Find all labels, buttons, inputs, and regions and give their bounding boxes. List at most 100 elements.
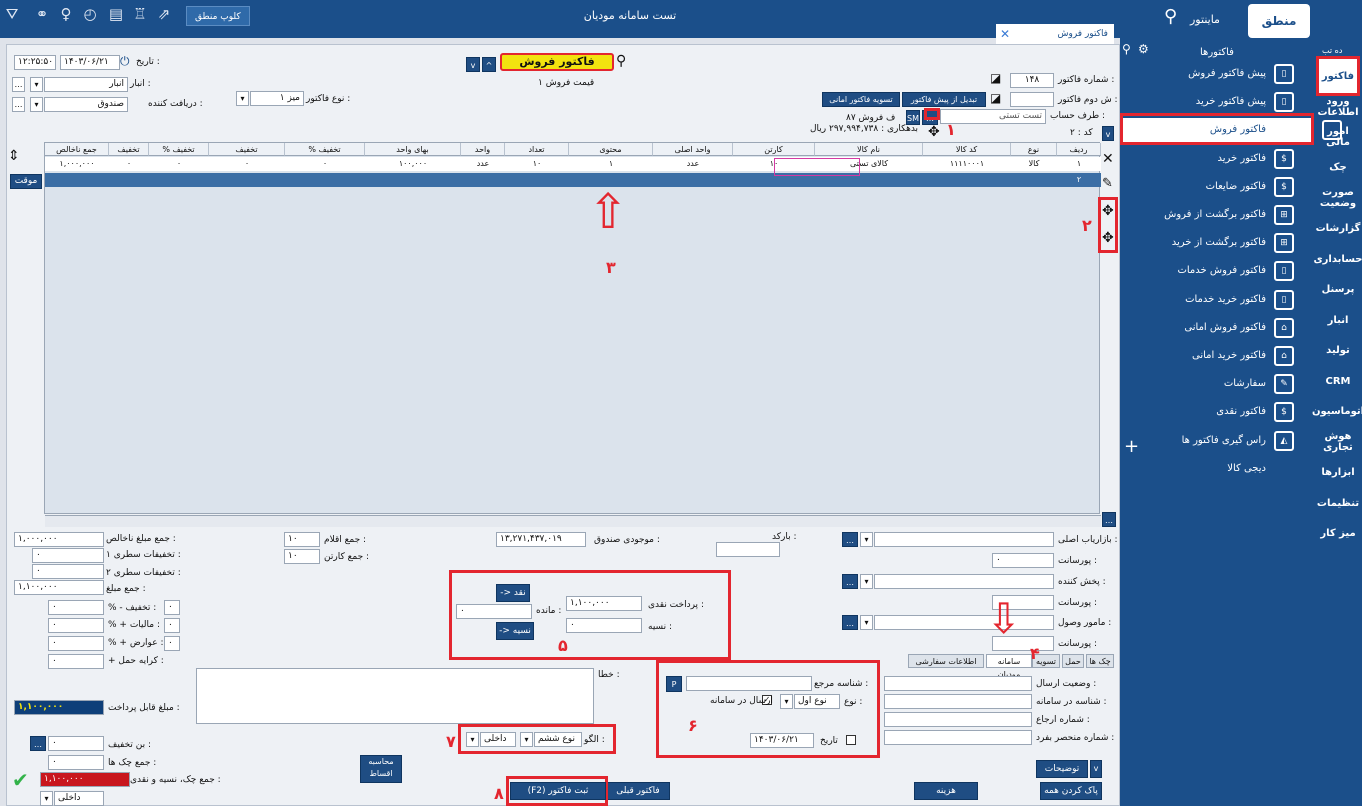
clock-icon[interactable]: ◴ xyxy=(80,4,100,24)
column-header[interactable]: % تخفیف xyxy=(285,143,365,156)
column-header[interactable]: واحد xyxy=(461,143,505,156)
delete-row-icon[interactable]: ✕ xyxy=(1102,151,1114,167)
search-icon[interactable]: ⚲ xyxy=(616,53,626,69)
bulb-icon[interactable]: ♀ xyxy=(56,4,76,24)
pattern-field[interactable]: نوع ششم xyxy=(534,732,582,747)
search-icon[interactable]: ⚲ xyxy=(1164,6,1177,27)
distributor-field[interactable] xyxy=(874,574,1054,589)
inner-field[interactable]: داخلی xyxy=(54,791,104,806)
tax-pct[interactable]: ۰ xyxy=(164,618,180,633)
table-cell[interactable] xyxy=(45,173,109,187)
table-cell[interactable]: ۱ xyxy=(569,157,653,171)
table-cell[interactable]: عدد xyxy=(653,157,733,171)
column-header[interactable]: تخفیف xyxy=(209,143,285,156)
ref-field[interactable] xyxy=(686,676,812,691)
print-icon[interactable]: ▤ xyxy=(106,4,126,24)
marketer-more[interactable]: … xyxy=(842,532,858,547)
sidebar-item-6[interactable]: فاکتور برگشت از خرید ⊞ xyxy=(1120,231,1294,255)
add-icon[interactable]: ✥ xyxy=(928,124,940,140)
vtab-15[interactable]: میز کار xyxy=(1316,516,1360,552)
cost-button[interactable]: هزینه xyxy=(914,782,978,800)
date2-checkbox[interactable] xyxy=(846,735,856,745)
tax-field[interactable]: ۰ xyxy=(48,618,104,633)
tab-3[interactable]: سامانه مودیان xyxy=(986,654,1032,679)
table-cell[interactable] xyxy=(149,173,209,187)
type-dropdown[interactable]: ▾ xyxy=(780,694,793,709)
description-toggle[interactable]: v xyxy=(1090,760,1102,778)
edit-icon[interactable]: ✎ xyxy=(1102,176,1113,191)
sidebar-item-1[interactable]: پیش فاکتور خرید ▯ xyxy=(1120,90,1294,114)
column-header[interactable]: واحد اصلی xyxy=(653,143,733,156)
table-cell[interactable]: عدد xyxy=(461,157,505,171)
collector-more[interactable]: … xyxy=(842,615,858,630)
coupon-more-button[interactable]: … xyxy=(30,736,46,751)
column-header[interactable]: محتوی xyxy=(569,143,653,156)
pattern-inner-dropdown[interactable]: ▾ xyxy=(466,732,479,747)
second-no-field[interactable] xyxy=(1010,92,1054,107)
move-icon[interactable]: ⇕ xyxy=(8,148,20,164)
table-cell[interactable] xyxy=(109,173,149,187)
invoice-no-field[interactable]: ۱۴۸ xyxy=(1010,73,1054,88)
column-header[interactable]: تخفیف xyxy=(109,143,149,156)
sidebar-item-0[interactable]: پیش فاکتور فروش ▯ xyxy=(1120,62,1294,86)
column-header[interactable]: نام کالا xyxy=(815,143,923,156)
save-invoice-button[interactable]: (F2) ثبت فاکتور xyxy=(510,782,606,800)
sidebar-item-7[interactable]: فاکتور فروش خدمات ▯ xyxy=(1120,259,1294,283)
coupon-field[interactable]: ۰ xyxy=(48,736,104,751)
add-icon[interactable]: + xyxy=(1124,436,1139,457)
commission-field[interactable]: ۰ xyxy=(992,553,1054,568)
receiver-field[interactable]: صندوق xyxy=(44,97,128,112)
tab-1[interactable]: حمل xyxy=(1062,654,1084,668)
invoice-type-dropdown[interactable]: ▾ xyxy=(236,91,249,106)
p-button[interactable]: P xyxy=(666,676,682,692)
convert-button[interactable]: تبدیل از پیش فاکتور xyxy=(902,92,986,107)
distributor-dropdown[interactable]: ▾ xyxy=(860,574,873,589)
filter-icon[interactable]: ⛛ xyxy=(2,4,22,24)
settle-button[interactable]: تسویه فاکتور امانی xyxy=(822,92,900,107)
table-cell[interactable]: ۱۱۱۱۰۰۰۱ xyxy=(923,157,1011,171)
credit-field[interactable]: ۰ xyxy=(566,618,642,633)
table-cell[interactable]: ۱۰ xyxy=(505,157,569,171)
table-cell[interactable]: ۰ xyxy=(285,157,365,171)
table-cell[interactable]: کالا xyxy=(1011,157,1057,171)
shipping-field[interactable]: ۰ xyxy=(48,654,104,669)
marketer-dropdown[interactable]: ▾ xyxy=(860,532,873,547)
table-cell[interactable] xyxy=(365,173,461,187)
column-header[interactable]: نوع xyxy=(1011,143,1057,156)
to-credit-button[interactable]: -> نسیه xyxy=(496,622,534,640)
marketer-field[interactable] xyxy=(874,532,1054,547)
distributor-more[interactable]: … xyxy=(842,574,858,589)
more-button[interactable]: … xyxy=(1102,512,1116,527)
tab-4[interactable]: اطلاعات سفارشی xyxy=(908,654,984,668)
link-icon[interactable]: ⚭ xyxy=(32,4,52,24)
description-button[interactable]: توضیحات xyxy=(1036,760,1088,778)
tab-sales-invoice[interactable]: ✕ فاکتور فروش xyxy=(996,24,1114,44)
table-cell[interactable]: ۰ xyxy=(209,157,285,171)
table-cell[interactable] xyxy=(923,173,1011,187)
sidebar-item-11[interactable]: سفارشات ✎ xyxy=(1120,372,1294,396)
table-cell[interactable] xyxy=(1011,173,1057,187)
gear-icon[interactable]: ⚙ xyxy=(1138,42,1149,56)
duty-field[interactable]: ۰ xyxy=(48,636,104,651)
receiver-more[interactable]: … xyxy=(12,97,25,112)
table-cell[interactable]: ۱ xyxy=(1057,157,1101,171)
expand-button[interactable]: v xyxy=(1102,126,1114,141)
table-cell[interactable] xyxy=(461,173,505,187)
tab-0[interactable]: چک ها xyxy=(1086,654,1114,668)
receiver-dropdown[interactable]: ▾ xyxy=(30,97,43,112)
barcode-field[interactable] xyxy=(716,542,780,557)
collector-dropdown[interactable]: ▾ xyxy=(860,615,873,630)
table-cell[interactable]: ۲ xyxy=(1057,173,1101,187)
store-more[interactable]: … xyxy=(12,77,25,92)
duty-pct[interactable]: ۰ xyxy=(164,636,180,651)
column-header[interactable]: کد کالا xyxy=(923,143,1011,156)
column-header[interactable]: بهای واحد xyxy=(365,143,461,156)
club-button[interactable]: کلوپ منطق xyxy=(186,6,250,26)
prev-invoice-button[interactable]: فاکتور قبلی xyxy=(606,782,670,800)
table-cell[interactable]: ۰ xyxy=(149,157,209,171)
clear-all-button[interactable]: پاک کردن همه xyxy=(1040,782,1102,800)
column-header[interactable]: جمع ناخالص xyxy=(45,143,109,156)
sidebar-item-4[interactable]: فاکتور ضایعات $ xyxy=(1120,175,1294,199)
time-field[interactable]: ۱۲:۲۵:۵۰ xyxy=(14,55,56,70)
collector-field[interactable] xyxy=(874,615,1054,630)
